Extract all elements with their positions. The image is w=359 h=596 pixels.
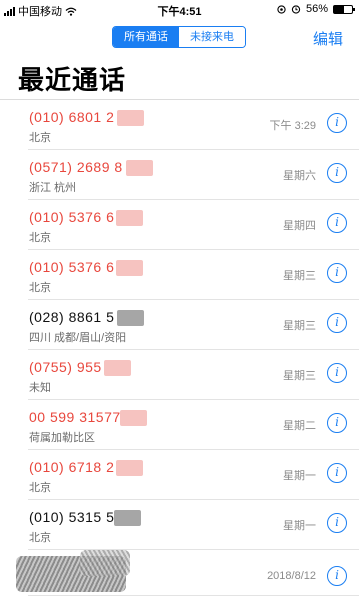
location-icon bbox=[277, 4, 286, 14]
recent-calls-list: (010) 6801 2 北京 下午 3:29 i (0571) 2689 8 … bbox=[0, 100, 359, 596]
info-icon[interactable]: i bbox=[327, 463, 347, 483]
call-row[interactable]: 00 599 31577 荷属加勒比区 星期二 i bbox=[0, 400, 359, 450]
caller-number: (010) 5376 6 bbox=[29, 209, 115, 225]
caller-number: (0571) 2689 8 bbox=[29, 159, 123, 175]
call-date: 星期三 bbox=[283, 270, 316, 282]
tab-all-calls[interactable]: 所有通话 bbox=[113, 27, 179, 47]
call-date: 星期一 bbox=[283, 520, 316, 532]
call-date: 星期一 bbox=[283, 470, 316, 482]
caller-number: (0755) 955 bbox=[29, 359, 102, 375]
call-date: 星期四 bbox=[283, 220, 316, 232]
info-icon[interactable]: i bbox=[327, 313, 347, 333]
tab-missed-calls[interactable]: 未接来电 bbox=[179, 27, 245, 47]
redaction-mark bbox=[117, 310, 144, 326]
call-date: 星期三 bbox=[283, 320, 316, 332]
battery-icon bbox=[333, 4, 355, 14]
redaction-mark bbox=[126, 160, 153, 176]
battery-percent: 56% bbox=[305, 3, 328, 15]
call-date: 2018/8/12 bbox=[267, 570, 316, 582]
info-icon[interactable]: i bbox=[327, 213, 347, 233]
page-title: 最近通话 bbox=[18, 65, 127, 95]
redaction-mark bbox=[120, 410, 147, 426]
caller-location: 北京 bbox=[29, 482, 51, 494]
call-row[interactable]: (010) 5376 6 北京 星期四 i bbox=[0, 200, 359, 250]
edit-button[interactable]: 编辑 bbox=[313, 28, 343, 49]
caller-location: 北京 bbox=[29, 232, 51, 244]
call-row[interactable]: (010) 6801 2 北京 下午 3:29 i bbox=[0, 100, 359, 150]
caller-location: 未知 bbox=[29, 382, 51, 394]
redaction-mark bbox=[116, 260, 143, 276]
redaction-mark bbox=[116, 460, 143, 476]
info-icon[interactable]: i bbox=[327, 163, 347, 183]
redaction-mark bbox=[116, 210, 143, 226]
status-right: 56% bbox=[277, 3, 355, 15]
call-date: 星期六 bbox=[283, 170, 316, 182]
caller-location: 四川 成都/眉山/资阳 bbox=[29, 332, 127, 344]
caller-number: 00 599 31577 bbox=[29, 409, 121, 425]
redaction-mark bbox=[114, 510, 141, 526]
info-icon[interactable]: i bbox=[327, 363, 347, 383]
caller-number: (028) 8861 5 bbox=[29, 309, 115, 325]
redaction-mark bbox=[117, 110, 144, 126]
caller-number: (010) 5376 6 bbox=[29, 259, 115, 275]
caller-location: 北京 bbox=[29, 282, 51, 294]
caller-number: (010) 6801 2 bbox=[29, 109, 115, 125]
redaction-scribble bbox=[80, 550, 130, 576]
call-date: 星期三 bbox=[283, 370, 316, 382]
info-icon[interactable]: i bbox=[327, 413, 347, 433]
call-date: 下午 3:29 bbox=[269, 120, 316, 132]
call-filter-segmented-control: 所有通话 未接来电 bbox=[112, 26, 246, 48]
info-icon[interactable]: i bbox=[327, 113, 347, 133]
caller-location: 北京 bbox=[29, 132, 51, 144]
status-bar: 中国移动 下午4:51 56% bbox=[0, 0, 359, 20]
call-row[interactable]: (010) 6718 2 北京 星期一 i bbox=[0, 450, 359, 500]
caller-number: (010) 6718 2 bbox=[29, 459, 115, 475]
call-date: 星期二 bbox=[283, 420, 316, 432]
info-icon[interactable]: i bbox=[327, 566, 347, 586]
caller-location: 北京 bbox=[29, 532, 51, 544]
info-icon[interactable]: i bbox=[327, 513, 347, 533]
call-row[interactable]: (010) 5376 6 北京 星期三 i bbox=[0, 250, 359, 300]
redaction-mark bbox=[104, 360, 131, 376]
alarm-icon bbox=[291, 5, 301, 14]
call-row[interactable]: (028) 8861 5 四川 成都/眉山/资阳 星期三 i bbox=[0, 300, 359, 350]
call-row[interactable]: (0571) 2689 8 浙江 杭州 星期六 i bbox=[0, 150, 359, 200]
caller-location: 荷属加勒比区 bbox=[29, 432, 95, 444]
call-row[interactable]: (010) 5315 5 北京 星期一 i bbox=[0, 500, 359, 550]
call-row[interactable]: (0755) 955 未知 星期三 i bbox=[0, 350, 359, 400]
caller-number: (010) 5315 5 bbox=[29, 509, 115, 525]
caller-location: 浙江 杭州 bbox=[29, 182, 77, 194]
info-icon[interactable]: i bbox=[327, 263, 347, 283]
